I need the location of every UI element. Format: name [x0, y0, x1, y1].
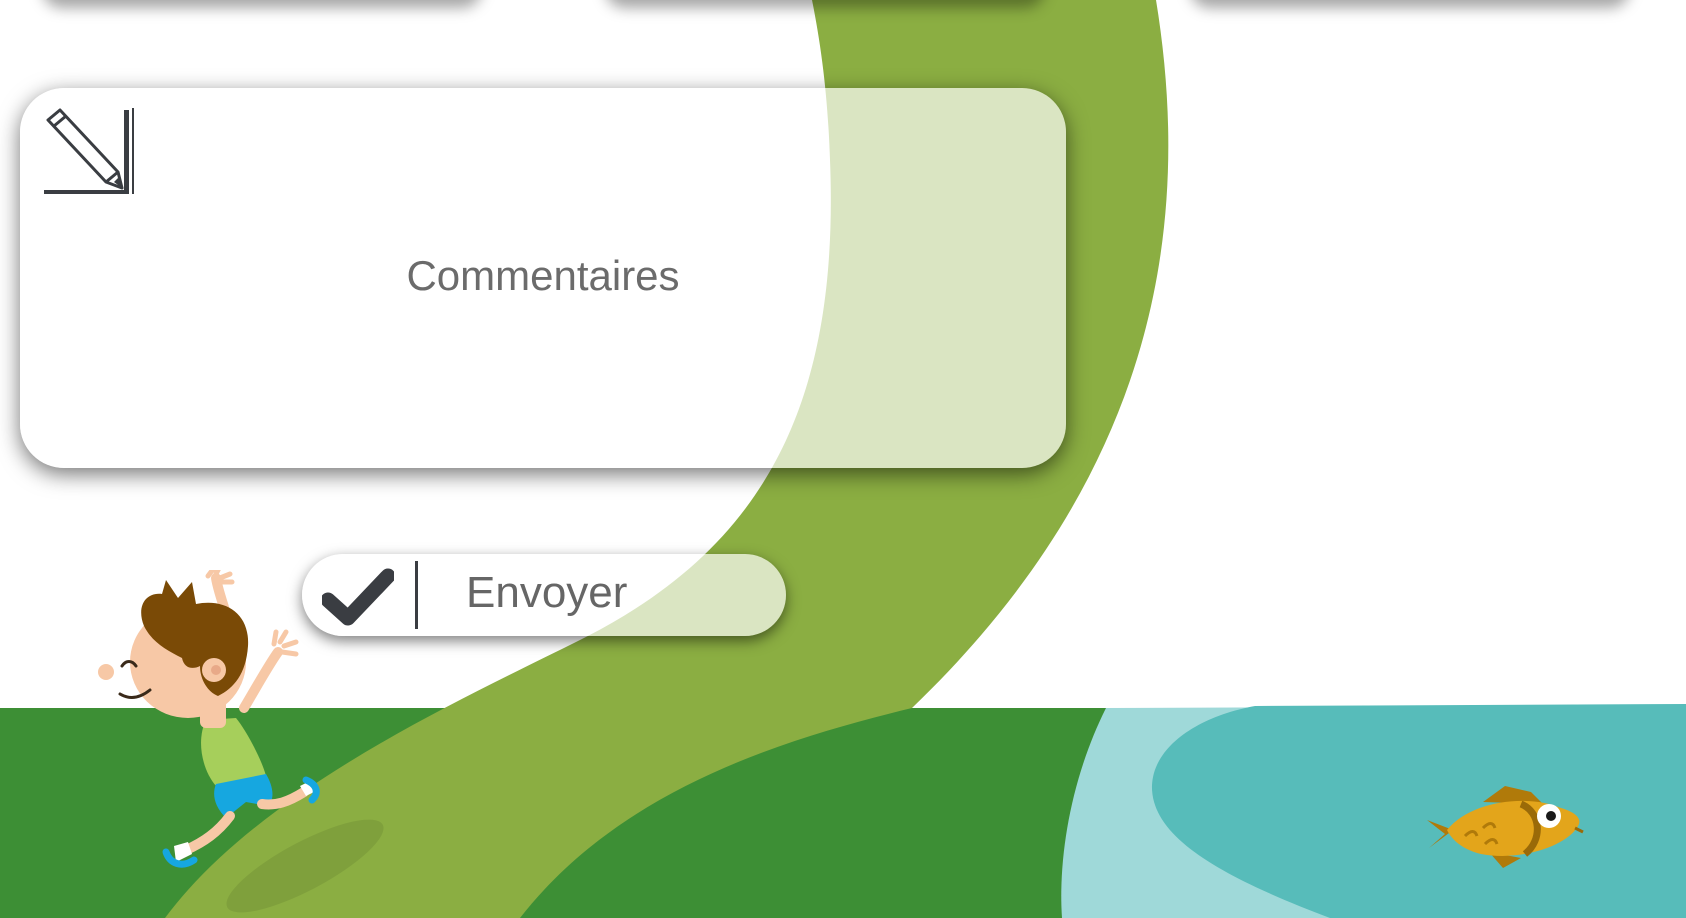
running-boy-illustration — [98, 570, 320, 868]
comment-placeholder: Commentaires — [406, 252, 680, 299]
pencil-ruler-icon — [44, 108, 134, 194]
send-button[interactable]: Envoyer — [302, 554, 786, 636]
button-divider — [415, 561, 418, 629]
comment-input[interactable]: Commentaires — [20, 88, 1066, 468]
screen: Commentaires Envoyer — [0, 0, 1686, 918]
fish-illustration — [1427, 786, 1584, 868]
send-button-label: Envoyer — [466, 568, 628, 617]
